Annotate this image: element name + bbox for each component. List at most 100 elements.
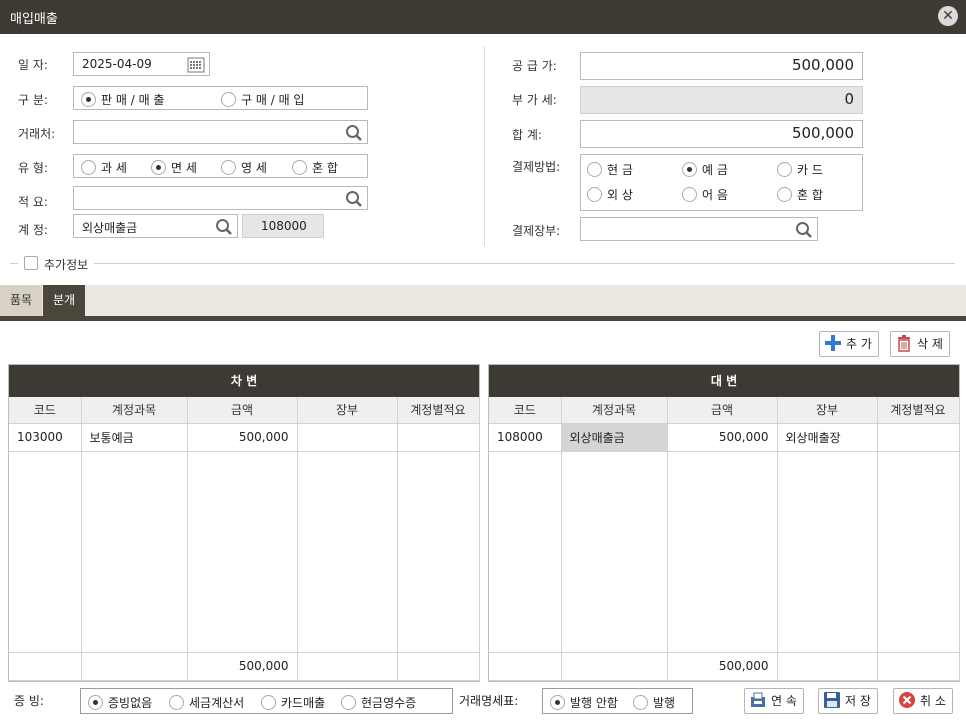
total-input[interactable]: 500,000 xyxy=(580,120,863,148)
radio-pay-card[interactable]: 카 드 xyxy=(777,161,823,178)
radio-mixed[interactable]: 혼 합 xyxy=(292,159,338,176)
statement-radio-group: 발행 안함 발행 xyxy=(542,688,693,714)
radio-tax-invoice[interactable]: 세금계산서 xyxy=(169,694,244,711)
search-icon[interactable] xyxy=(795,221,813,239)
radio-sales[interactable]: 판 매 / 매 출 xyxy=(81,91,164,108)
evidence-label: 증 빙: xyxy=(14,694,44,708)
debit-cell-account[interactable]: 보통예금 xyxy=(81,423,188,452)
credit-cell-book[interactable]: 외상매출장 xyxy=(777,423,878,452)
search-icon[interactable] xyxy=(345,124,363,142)
search-icon[interactable] xyxy=(345,190,363,208)
debit-col-book[interactable]: 장부 xyxy=(297,397,398,424)
debit-title: 차 변 xyxy=(9,365,479,397)
credit-col-account[interactable]: 계정과목 xyxy=(561,397,668,424)
pay-label: 결제방법: xyxy=(512,160,561,174)
credit-grid: 대 변 코드 계정과목 금액 장부 계정별적요 108000 외상매출금 500… xyxy=(488,364,960,682)
add-row-button[interactable]: 추 가 xyxy=(819,331,879,357)
radio-tax-exempt[interactable]: 면 세 xyxy=(151,159,197,176)
continue-icon xyxy=(751,692,765,707)
credit-col-memo[interactable]: 계정별적요 xyxy=(877,397,960,424)
calendar-icon[interactable] xyxy=(187,57,205,73)
radio-pay-deposit[interactable]: 예 금 xyxy=(682,161,728,178)
extra-info-label: 추가정보 xyxy=(44,258,89,272)
evidence-radio-group: 증빙없음 세금계산서 카드매출 현금영수증 xyxy=(80,688,453,714)
memo-input[interactable] xyxy=(73,186,368,210)
book-label: 결제장부: xyxy=(512,224,561,238)
memo-label: 적 요: xyxy=(18,195,48,209)
radio-card-sales[interactable]: 카드매출 xyxy=(261,694,325,711)
total-label: 합 계: xyxy=(512,128,542,142)
pay-radio-group: 현 금 예 금 카 드 외 상 어 음 혼 합 xyxy=(580,154,863,211)
radio-pay-credit[interactable]: 외 상 xyxy=(587,186,633,203)
account-input[interactable]: 외상매출금 xyxy=(73,214,238,238)
credit-col-amount[interactable]: 금액 xyxy=(667,397,778,424)
credit-cell-code[interactable]: 108000 xyxy=(489,423,562,452)
debit-cell-memo[interactable] xyxy=(397,423,480,452)
account-label: 계 정: xyxy=(18,223,48,237)
supply-value: 500,000 xyxy=(791,56,854,74)
extra-info-checkbox[interactable] xyxy=(24,256,38,270)
tab-bar: 품목 분개 xyxy=(0,285,966,316)
search-icon[interactable] xyxy=(215,218,233,236)
vat-label: 부 가 세: xyxy=(512,93,557,107)
credit-title: 대 변 xyxy=(489,365,959,397)
cancel-button[interactable]: 취 소 xyxy=(893,688,953,714)
radio-cash-receipt[interactable]: 현금영수증 xyxy=(341,694,416,711)
radio-no-evidence[interactable]: 증빙없음 xyxy=(88,694,152,711)
extra-info-section: 추가정보 xyxy=(10,256,955,272)
type-radio-group: 판 매 / 매 출 구 매 / 매 입 xyxy=(73,86,368,110)
date-value: 2025-04-09 xyxy=(82,57,152,71)
radio-taxable[interactable]: 과 세 xyxy=(81,159,127,176)
debit-cell-code[interactable]: 103000 xyxy=(9,423,82,452)
empty-area xyxy=(9,451,480,653)
tab-items[interactable]: 품목 xyxy=(0,285,43,316)
account-code-field: 108000 xyxy=(242,214,324,238)
radio-issued[interactable]: 발행 xyxy=(633,694,675,711)
debit-grid: 차 변 코드 계정과목 금액 장부 계정별적요 103000 보통예금 500,… xyxy=(8,364,480,682)
book-input[interactable] xyxy=(580,217,818,241)
date-label: 일 자: xyxy=(18,58,48,72)
partner-input[interactable] xyxy=(73,120,368,144)
tax-label: 유 형: xyxy=(18,161,48,175)
credit-cell-amount[interactable]: 500,000 xyxy=(667,423,778,452)
continue-button[interactable]: 연 속 xyxy=(744,688,804,714)
close-icon[interactable]: ✕ xyxy=(938,6,958,26)
save-icon xyxy=(824,692,840,708)
type-label: 구 분: xyxy=(18,93,48,107)
radio-pay-bill[interactable]: 어 음 xyxy=(682,186,728,203)
cancel-icon xyxy=(899,692,915,708)
window-title: 매입매출 xyxy=(10,12,58,27)
tab-underline xyxy=(0,316,966,321)
radio-zero-rated[interactable]: 영 세 xyxy=(221,159,267,176)
debit-col-amount[interactable]: 금액 xyxy=(187,397,298,424)
supply-input[interactable]: 500,000 xyxy=(580,52,863,80)
debit-total-row: 500,000 xyxy=(9,652,480,681)
table-row[interactable]: 103000 보통예금 500,000 xyxy=(9,423,480,452)
debit-col-code[interactable]: 코드 xyxy=(9,397,82,424)
debit-col-memo[interactable]: 계정별적요 xyxy=(397,397,480,424)
radio-pay-cash[interactable]: 현 금 xyxy=(587,161,633,178)
delete-row-button[interactable]: 삭 제 xyxy=(890,331,950,357)
debit-col-account[interactable]: 계정과목 xyxy=(81,397,188,424)
credit-total: 500,000 xyxy=(667,652,778,681)
radio-purchase[interactable]: 구 매 / 매 입 xyxy=(221,91,304,108)
date-field[interactable]: 2025-04-09 xyxy=(73,52,210,76)
plus-icon xyxy=(825,335,841,351)
partner-label: 거래처: xyxy=(18,127,56,141)
save-button[interactable]: 저 장 xyxy=(818,688,878,714)
credit-col-code[interactable]: 코드 xyxy=(489,397,562,424)
account-value: 외상매출금 xyxy=(82,221,138,235)
debit-cell-book[interactable] xyxy=(297,423,398,452)
tab-journal[interactable]: 분개 xyxy=(43,285,86,316)
credit-cell-memo[interactable] xyxy=(877,423,960,452)
radio-not-issued[interactable]: 발행 안함 xyxy=(550,694,618,711)
credit-cell-account[interactable]: 외상매출금 xyxy=(561,423,668,452)
credit-col-book[interactable]: 장부 xyxy=(777,397,878,424)
trash-icon xyxy=(898,335,910,352)
supply-label: 공 급 가: xyxy=(512,59,557,73)
debit-cell-amount[interactable]: 500,000 xyxy=(187,423,298,452)
table-row[interactable]: 108000 외상매출금 500,000 외상매출장 xyxy=(489,423,960,452)
radio-pay-mixed[interactable]: 혼 합 xyxy=(777,186,823,203)
total-value: 500,000 xyxy=(791,124,854,142)
statement-label: 거래명세표: xyxy=(459,694,519,708)
